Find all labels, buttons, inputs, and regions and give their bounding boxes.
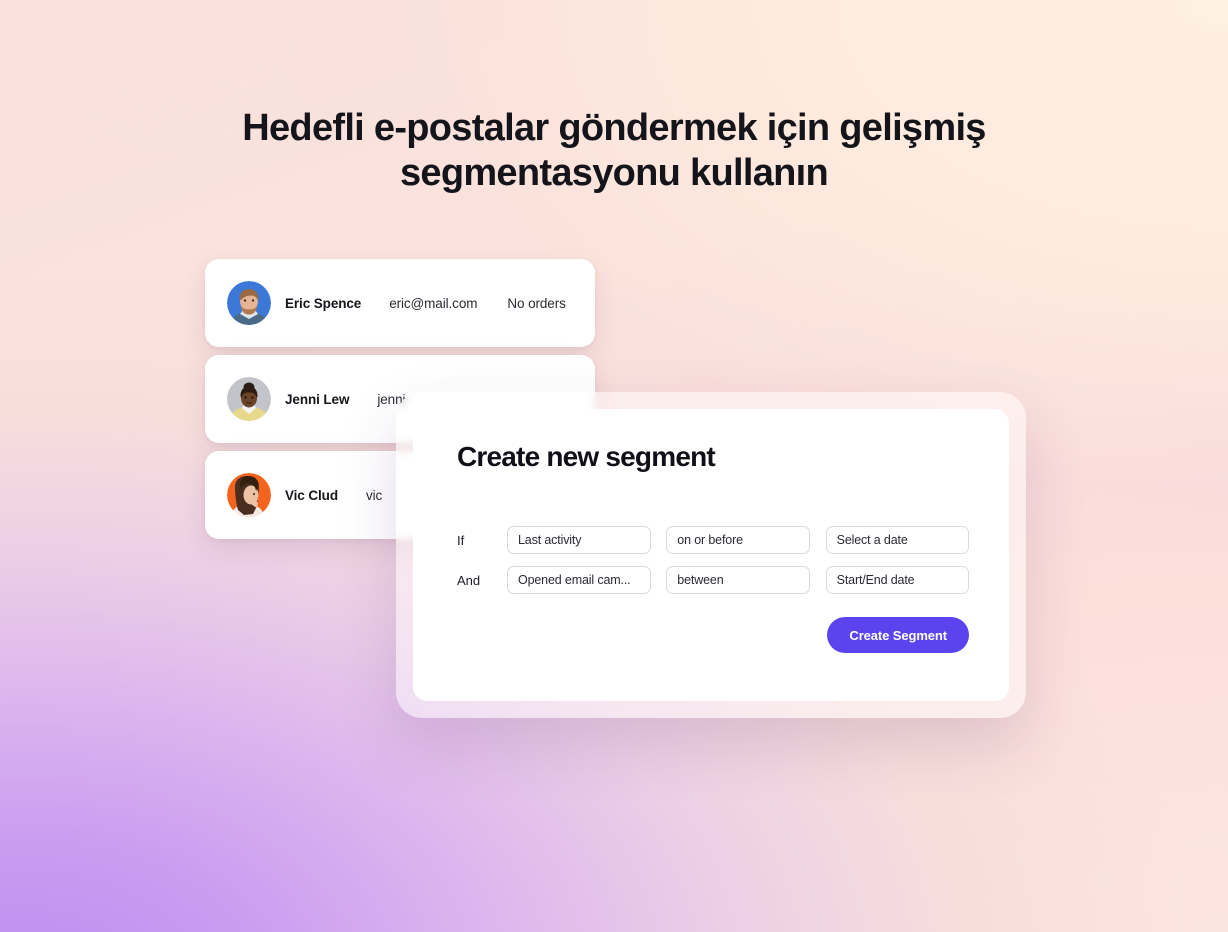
avatar-jenni-lew — [227, 377, 271, 421]
avatar-eric-spence — [227, 281, 271, 325]
modal-title: Create new segment — [457, 441, 716, 472]
contact-name: Vic Clud — [285, 487, 338, 503]
condition-date-input-if[interactable]: Select a date — [825, 526, 969, 554]
condition-date-input-and[interactable]: Start/End date — [825, 566, 969, 594]
page-background: Hedefli e-postalar göndermek için gelişm… — [0, 0, 1228, 932]
contact-email: vic — [365, 487, 383, 503]
condition-label-and: And — [457, 572, 481, 588]
condition-row-and: And Opened email cam... between Start/En… — [457, 566, 969, 594]
segment-conditions-form: If Last activity on or before Select a d… — [457, 526, 969, 606]
condition-attribute-select-if[interactable]: Last activity — [507, 526, 652, 554]
contact-email: eric@mail.com — [389, 295, 478, 311]
contact-name: Eric Spence — [285, 295, 362, 311]
avatar-vic-clud — [227, 473, 271, 517]
create-segment-modal-frame: Create new segment If Last activity on o… — [396, 392, 1026, 718]
condition-operator-select-and[interactable]: between — [666, 566, 810, 594]
create-segment-button[interactable]: Create Segment — [827, 617, 969, 653]
condition-label-if: If — [457, 532, 465, 548]
page-title: Hedefli e-postalar göndermek için gelişm… — [242, 107, 986, 194]
modal-actions: Create Segment — [457, 617, 969, 653]
contact-name: Jenni Lew — [285, 391, 350, 407]
create-segment-modal: Create new segment If Last activity on o… — [413, 409, 1009, 701]
contact-card-eric-spence[interactable]: Eric Spence eric@mail.com No orders — [205, 259, 595, 347]
condition-attribute-select-and[interactable]: Opened email cam... — [507, 566, 652, 594]
contact-orders: No orders — [507, 295, 566, 311]
condition-row-if: If Last activity on or before Select a d… — [457, 526, 969, 554]
condition-operator-select-if[interactable]: on or before — [666, 526, 810, 554]
